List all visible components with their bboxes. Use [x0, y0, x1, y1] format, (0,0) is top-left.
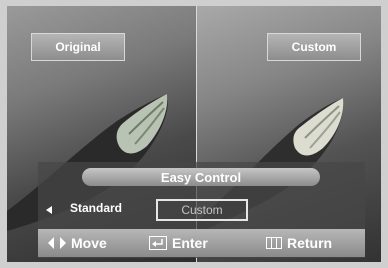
- move-label: Move: [71, 235, 107, 251]
- original-caption: Original: [31, 33, 125, 61]
- custom-caption-text: Custom: [291, 40, 337, 54]
- tv-screen: Original Custom Easy Control Standard Cu…: [7, 6, 381, 262]
- return-label: Return: [287, 235, 333, 251]
- enter-hint: Enter: [149, 235, 208, 251]
- enter-label: Enter: [172, 235, 208, 251]
- preview-option-box[interactable]: Custom: [156, 199, 248, 221]
- selected-option-label[interactable]: Standard: [70, 201, 122, 215]
- custom-caption: Custom: [267, 33, 361, 61]
- left-right-arrows-icon: [48, 237, 66, 249]
- original-caption-text: Original: [55, 40, 101, 54]
- return-hint: Return: [266, 235, 332, 251]
- easy-control-panel: Easy Control Standard Custom Move Enter …: [38, 162, 365, 258]
- preview-option-text: Custom: [181, 203, 223, 217]
- key-guide-bar: Move Enter Return: [38, 229, 365, 257]
- panel-title-text: Easy Control: [160, 169, 242, 185]
- panel-title: Easy Control: [82, 168, 320, 186]
- enter-key-icon: [149, 236, 167, 250]
- return-menu-icon: [266, 237, 282, 249]
- arrow-left-icon[interactable]: [46, 206, 52, 214]
- move-hint: Move: [48, 235, 107, 251]
- option-row[interactable]: Standard Custom: [38, 195, 365, 225]
